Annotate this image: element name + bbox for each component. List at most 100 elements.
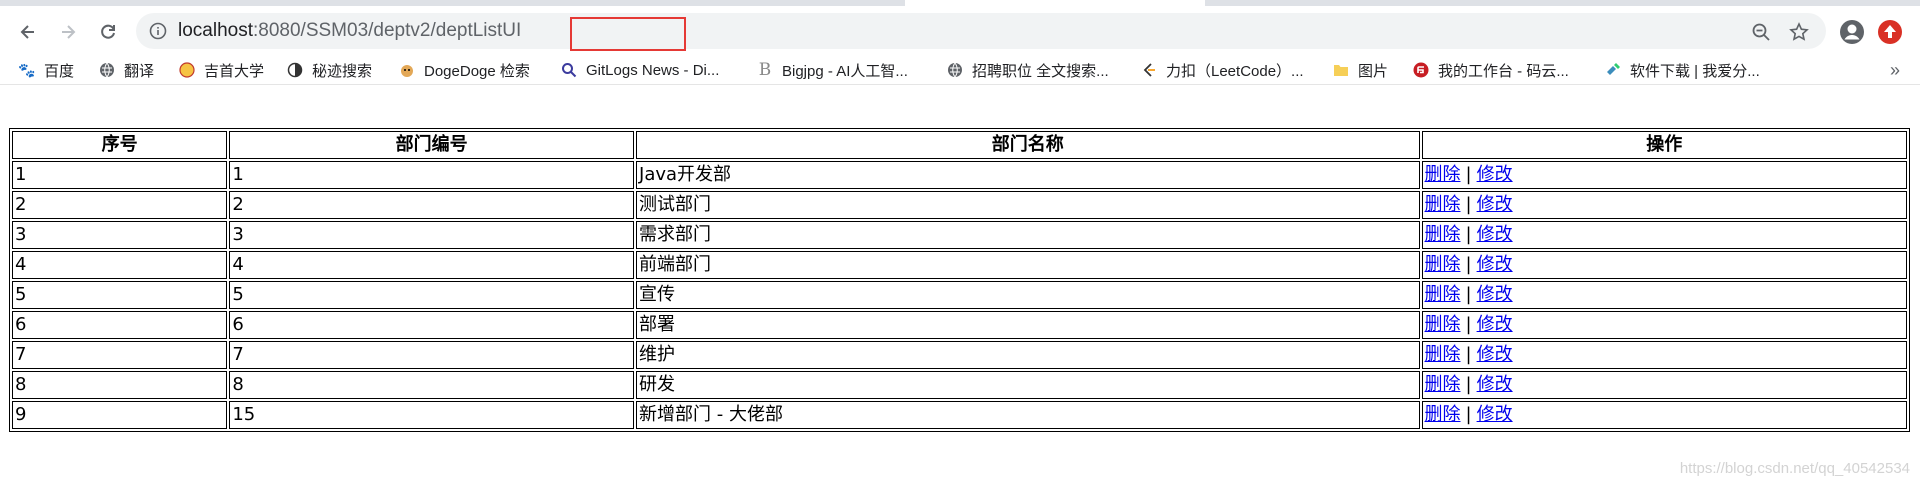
profile-avatar-icon[interactable] bbox=[1838, 18, 1866, 46]
address-bar[interactable]: localhost:8080/SSM03/deptv2/deptListUI bbox=[136, 13, 1826, 51]
cell-index: 1 bbox=[12, 161, 228, 189]
header-dept-id: 部门编号 bbox=[229, 131, 635, 159]
cell-index: 3 bbox=[12, 221, 228, 249]
action-separator: | bbox=[1465, 404, 1472, 425]
cell-actions: 删除 | 修改 bbox=[1421, 341, 1907, 369]
bookmark-item[interactable]: 图片 bbox=[1332, 58, 1388, 82]
url-text[interactable]: localhost:8080/SSM03/deptv2/deptListUI bbox=[178, 13, 521, 49]
software-icon bbox=[1604, 61, 1622, 79]
reload-icon bbox=[101, 24, 115, 39]
header-dept-name: 部门名称 bbox=[636, 131, 1420, 159]
edit-link[interactable]: 修改 bbox=[1477, 224, 1513, 245]
delete-link[interactable]: 删除 bbox=[1425, 194, 1461, 215]
action-separator: | bbox=[1465, 344, 1472, 365]
cell-actions: 删除 | 修改 bbox=[1421, 251, 1907, 279]
edit-link[interactable]: 修改 bbox=[1477, 164, 1513, 185]
forward-arrow-icon bbox=[62, 25, 76, 39]
forward-button[interactable] bbox=[52, 16, 84, 48]
bookmark-item[interactable]: 招聘职位 全文搜索... bbox=[946, 58, 1109, 82]
edit-link[interactable]: 修改 bbox=[1477, 284, 1513, 305]
globe-icon bbox=[98, 61, 116, 79]
cell-dept-id: 15 bbox=[229, 401, 635, 429]
table-body: 1 1 Java开发部 删除 | 修改 2 2 测试部门 删除 | 修改 3 3 需求部门 删除 | 修改 4 4 前端… bbox=[12, 161, 1907, 429]
folder-icon bbox=[1332, 61, 1350, 79]
gitee-icon bbox=[1412, 61, 1430, 79]
cell-index: 8 bbox=[12, 371, 228, 399]
action-separator: | bbox=[1465, 254, 1472, 275]
cell-dept-name: 前端部门 bbox=[636, 251, 1420, 279]
zoom-icon[interactable] bbox=[1750, 21, 1772, 43]
edit-link[interactable]: 修改 bbox=[1477, 374, 1513, 395]
mijisou-icon bbox=[286, 61, 304, 79]
cell-dept-id: 8 bbox=[229, 371, 635, 399]
bookmark-item[interactable]: 吉首大学 bbox=[178, 58, 264, 82]
cell-actions: 删除 | 修改 bbox=[1421, 191, 1907, 219]
bookmark-item[interactable]: GitLogs News - Di... bbox=[560, 58, 719, 82]
edit-link[interactable]: 修改 bbox=[1477, 314, 1513, 335]
globe-icon bbox=[946, 61, 964, 79]
delete-link[interactable]: 删除 bbox=[1425, 284, 1461, 305]
update-icon[interactable] bbox=[1876, 18, 1904, 46]
cell-dept-name: 新增部门 - 大佬部 bbox=[636, 401, 1420, 429]
cell-dept-id: 3 bbox=[229, 221, 635, 249]
cell-actions: 删除 | 修改 bbox=[1421, 311, 1907, 339]
baidu-paw-icon: 🐾 bbox=[18, 61, 36, 78]
table-row: 9 15 新增部门 - 大佬部 删除 | 修改 bbox=[12, 401, 1907, 429]
leetcode-icon bbox=[1140, 61, 1158, 79]
bookmark-item[interactable]: DogeDoge 检索 bbox=[398, 58, 530, 82]
cell-actions: 删除 | 修改 bbox=[1421, 161, 1907, 189]
bigjpg-b-icon: B bbox=[758, 60, 772, 80]
bookmark-item[interactable]: 🐾 百度 bbox=[18, 58, 74, 82]
back-button[interactable] bbox=[12, 16, 44, 48]
table-row: 6 6 部署 删除 | 修改 bbox=[12, 311, 1907, 339]
table-header-row: 序号 部门编号 部门名称 操作 bbox=[12, 131, 1907, 159]
cell-index: 5 bbox=[12, 281, 228, 309]
edit-link[interactable]: 修改 bbox=[1477, 254, 1513, 275]
delete-link[interactable]: 删除 bbox=[1425, 164, 1461, 185]
cell-dept-name: 宣传 bbox=[636, 281, 1420, 309]
delete-link[interactable]: 删除 bbox=[1425, 224, 1461, 245]
bookmark-item[interactable]: 软件下载 | 我爱分... bbox=[1604, 58, 1760, 82]
cell-actions: 删除 | 修改 bbox=[1421, 221, 1907, 249]
header-actions: 操作 bbox=[1421, 131, 1907, 159]
delete-link[interactable]: 删除 bbox=[1425, 254, 1461, 275]
bookmark-item[interactable]: B Bigjpg - AI人工智... bbox=[756, 58, 908, 82]
dept-table: 序号 部门编号 部门名称 操作 1 1 Java开发部 删除 | 修改 2 2 测试部门 删除 | 修… bbox=[9, 128, 1910, 432]
table-row: 7 7 维护 删除 | 修改 bbox=[12, 341, 1907, 369]
table-row: 5 5 宣传 删除 | 修改 bbox=[12, 281, 1907, 309]
university-logo-icon bbox=[178, 61, 196, 79]
edit-link[interactable]: 修改 bbox=[1477, 344, 1513, 365]
bookmark-item[interactable]: 力扣（LeetCode）... bbox=[1140, 58, 1304, 82]
cell-index: 4 bbox=[12, 251, 228, 279]
delete-link[interactable]: 删除 bbox=[1425, 404, 1461, 425]
bookmarks-overflow-button[interactable]: » bbox=[1890, 58, 1900, 82]
url-path: :8080/SSM03/deptv2/ bbox=[253, 20, 436, 41]
table-row: 3 3 需求部门 删除 | 修改 bbox=[12, 221, 1907, 249]
table-row: 4 4 前端部门 删除 | 修改 bbox=[12, 251, 1907, 279]
edit-link[interactable]: 修改 bbox=[1477, 194, 1513, 215]
bookmark-item[interactable]: 我的工作台 - 码云... bbox=[1412, 58, 1569, 82]
table-row: 8 8 研发 删除 | 修改 bbox=[12, 371, 1907, 399]
action-separator: | bbox=[1465, 284, 1472, 305]
action-separator: | bbox=[1465, 194, 1472, 215]
action-separator: | bbox=[1465, 164, 1472, 185]
bookmark-star-icon[interactable] bbox=[1788, 21, 1810, 43]
site-info-icon[interactable] bbox=[148, 21, 168, 41]
cell-dept-name: 需求部门 bbox=[636, 221, 1420, 249]
reload-button[interactable] bbox=[92, 16, 124, 48]
url-host: localhost bbox=[178, 20, 253, 41]
delete-link[interactable]: 删除 bbox=[1425, 314, 1461, 335]
action-separator: | bbox=[1465, 314, 1472, 335]
cell-dept-name: 研发 bbox=[636, 371, 1420, 399]
delete-link[interactable]: 删除 bbox=[1425, 374, 1461, 395]
action-separator: | bbox=[1465, 224, 1472, 245]
bookmark-item[interactable]: 秘迹搜索 bbox=[286, 58, 372, 82]
cell-dept-id: 2 bbox=[229, 191, 635, 219]
delete-link[interactable]: 删除 bbox=[1425, 344, 1461, 365]
cell-dept-id: 6 bbox=[229, 311, 635, 339]
bookmarks-bar: 🐾 百度 翻译 吉首大学 秘迹搜索 DogeDoge 检索 GitLogs New… bbox=[0, 56, 1920, 85]
cell-dept-id: 4 bbox=[229, 251, 635, 279]
bookmark-item[interactable]: 翻译 bbox=[98, 58, 154, 82]
edit-link[interactable]: 修改 bbox=[1477, 404, 1513, 425]
cell-dept-name: 维护 bbox=[636, 341, 1420, 369]
